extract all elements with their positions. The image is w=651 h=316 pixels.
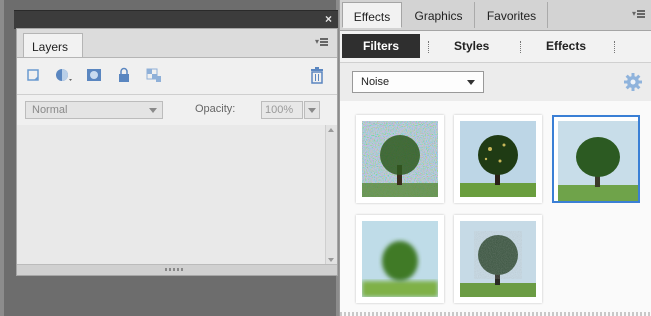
layers-body: Normal Opacity: 100%	[17, 57, 337, 275]
layer-list[interactable]	[17, 125, 325, 265]
layers-panel-frame: × Layers ▾ Normal Opacity: 100%	[4, 0, 338, 316]
tab-effects[interactable]: Effects	[342, 2, 402, 28]
blend-mode-value: Normal	[32, 104, 68, 116]
filter-category-select[interactable]: Noise	[352, 71, 484, 93]
layers-title-bar[interactable]: ×	[14, 10, 338, 29]
blurred-tree-image	[362, 221, 438, 297]
panel-bottom-grip	[340, 312, 651, 316]
gear-icon[interactable]	[623, 72, 643, 92]
divider	[614, 41, 616, 53]
scroll-up-icon[interactable]	[328, 128, 334, 132]
close-icon[interactable]: ×	[325, 12, 332, 26]
median-tree-image	[558, 121, 638, 201]
filter-category-row: Noise	[340, 62, 651, 102]
subtab-filters[interactable]: Filters	[342, 34, 420, 58]
lock-icon[interactable]	[115, 66, 133, 84]
grip-dots-icon	[165, 268, 185, 271]
opacity-label: Opacity:	[195, 103, 236, 115]
subtab-effects[interactable]: Effects	[546, 39, 586, 53]
trash-icon[interactable]	[309, 66, 327, 84]
filter-thumbnail-grid	[340, 101, 651, 316]
tab-graphics[interactable]: Graphics	[403, 2, 475, 28]
noise-thumbnail-4[interactable]	[356, 215, 444, 303]
layer-mask-icon[interactable]	[85, 66, 103, 84]
noise-thumbnail-1[interactable]	[356, 115, 444, 203]
opacity-input[interactable]: 100%	[261, 101, 303, 119]
filter-category-value: Noise	[361, 76, 390, 88]
lock-transparency-icon[interactable]	[145, 66, 163, 84]
subtab-styles[interactable]: Styles	[454, 39, 489, 53]
opacity-dropdown-button[interactable]	[304, 101, 320, 119]
resize-grip[interactable]	[17, 264, 337, 275]
tab-layers[interactable]: Layers	[23, 33, 83, 57]
speckled-tree-image	[460, 121, 536, 197]
layer-list-scrollbar[interactable]	[325, 125, 337, 265]
chevron-down-icon	[308, 108, 316, 113]
divider	[520, 41, 522, 53]
grain-tree-image	[460, 221, 536, 297]
noise-tree-image	[362, 121, 438, 197]
new-layer-icon[interactable]	[25, 66, 43, 84]
panel-menu-icon[interactable]: ▾	[632, 9, 645, 19]
layer-toolbar	[25, 66, 163, 84]
effects-subtabs: Filters Styles Effects	[340, 31, 651, 61]
effects-panel-tabs: Effects Graphics Favorites ▾	[340, 0, 651, 31]
panel-menu-icon[interactable]: ▾	[315, 37, 329, 47]
blend-options-row: Normal Opacity: 100%	[17, 94, 337, 126]
blend-mode-select[interactable]: Normal	[25, 101, 163, 119]
scroll-down-icon[interactable]	[328, 258, 334, 262]
noise-thumbnail-3[interactable]	[552, 115, 640, 203]
adjustment-layer-icon[interactable]	[55, 66, 73, 84]
noise-thumbnail-5[interactable]	[454, 215, 542, 303]
tab-favorites[interactable]: Favorites	[476, 2, 548, 28]
layers-panel: Layers ▾ Normal Opacity: 100%	[16, 28, 338, 276]
chevron-down-icon	[467, 80, 475, 85]
effects-panel: Effects Graphics Favorites ▾ Filters Sty…	[339, 0, 651, 316]
chevron-down-icon	[149, 108, 157, 113]
noise-thumbnail-2[interactable]	[454, 115, 542, 203]
divider	[428, 41, 430, 53]
